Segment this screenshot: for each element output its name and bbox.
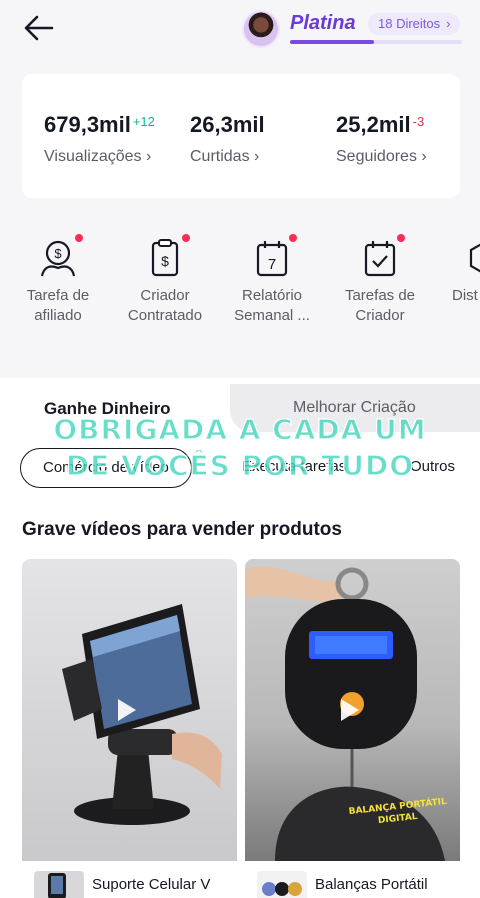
product-thumbnail: [257, 871, 307, 898]
product-card[interactable]: Suporte Celular V: [22, 559, 237, 898]
rights-label: 18 Direitos: [378, 16, 441, 31]
tool-label: Tarefa de afiliado: [26, 287, 90, 324]
stat-followers[interactable]: 25,2mil -3 Seguidores ›: [336, 112, 427, 166]
stat-delta: -3: [412, 114, 425, 129]
tool-weekly-report[interactable]: 7 Relatório Semanal ...: [218, 232, 326, 326]
section-title: Grave vídeos para vender produtos: [22, 519, 342, 540]
tools-row: $ Tarefa de afiliado $ Criador Contratad…: [0, 232, 480, 342]
stat-value: 679,3mil: [44, 112, 131, 137]
product-card[interactable]: BALANÇA PORTÁTIL DIGITAL Balanças Portát…: [245, 559, 460, 898]
avatar[interactable]: [242, 10, 280, 48]
calendar-7-icon: 7: [253, 234, 297, 278]
product-name: Suporte Celular V: [92, 876, 211, 893]
tool-label: Tarefas de Criador: [344, 287, 416, 324]
affiliate-icon: $: [39, 234, 83, 278]
stat-delta: +12: [132, 114, 155, 129]
tool-affiliate[interactable]: $ Tarefa de afiliado: [4, 232, 112, 326]
tool-label: Dist: [452, 287, 478, 304]
notification-dot: [397, 234, 405, 242]
rights-button[interactable]: 18 Direitos ›: [368, 13, 461, 35]
hexagon-icon: [466, 238, 480, 278]
overlay-caption-line2: DE VOCÊS POR TUDO: [65, 448, 415, 482]
play-icon: [118, 699, 136, 721]
tier-name[interactable]: Platina: [290, 12, 356, 35]
stats-card: 679,3mil +12 Visualizações › 26,3mil Curt…: [22, 74, 460, 198]
tool-creator-tasks[interactable]: Tarefas de Criador: [326, 232, 434, 326]
contract-icon: $: [146, 234, 190, 278]
stat-value: 26,3mil: [190, 112, 265, 137]
svg-text:7: 7: [268, 256, 276, 273]
product-name: Balanças Portátil: [315, 876, 428, 893]
top-bar: Platina 18 Direitos ›: [0, 0, 480, 60]
stat-label: Visualizações ›: [44, 148, 152, 165]
overlay-caption-line1: OBRIGADA A CADA UM: [53, 412, 427, 446]
svg-text:$: $: [54, 246, 62, 261]
stat-views[interactable]: 679,3mil +12 Visualizações ›: [44, 112, 155, 166]
chevron-right-icon: ›: [446, 16, 451, 31]
tool-label: Relatório Semanal ...: [234, 287, 310, 324]
svg-text:$: $: [161, 253, 169, 269]
notification-dot: [75, 234, 83, 242]
product-thumbnail: [34, 871, 84, 898]
tool-contracted-creator[interactable]: $ Criador Contratado: [111, 232, 219, 326]
calendar-check-icon: [361, 234, 405, 278]
stat-label: Seguidores ›: [336, 148, 427, 165]
stat-value: 25,2mil: [336, 112, 411, 137]
stat-label: Curtidas ›: [190, 148, 260, 165]
back-arrow-icon[interactable]: [22, 12, 56, 44]
stat-likes[interactable]: 26,3mil Curtidas ›: [190, 112, 265, 166]
tool-label: Criador Contratado: [127, 287, 203, 324]
tool-distribution[interactable]: Dist: [430, 232, 480, 306]
play-icon: [341, 699, 359, 721]
notification-dot: [182, 234, 190, 242]
tier-progress: [290, 40, 462, 44]
notification-dot: [289, 234, 297, 242]
